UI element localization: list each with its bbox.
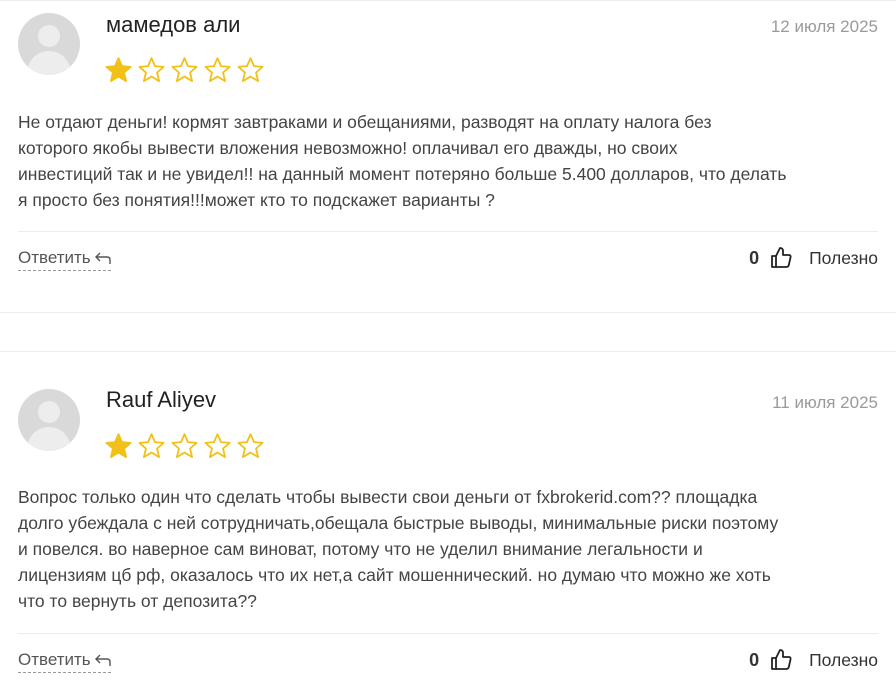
star-empty-icon: [171, 57, 198, 83]
vote-area: 0 Полезно: [749, 246, 878, 270]
review-text: Не отдают деньги! кормят завтраками и об…: [18, 112, 787, 210]
reply-label: Ответить: [18, 650, 91, 669]
star-empty-icon: [171, 433, 198, 459]
reply-arrow-icon: [94, 252, 111, 264]
review-date: 11 июля 2025: [772, 393, 878, 412]
review-text: Вопрос только один что сделать чтобы выв…: [18, 487, 779, 611]
rating-stars: [104, 432, 265, 461]
review-card: Rauf Aliyev 11 июля 2025 Вопрос только о…: [0, 351, 896, 683]
thumbs-up-icon[interactable]: [769, 648, 793, 672]
star-empty-icon: [138, 433, 165, 459]
reply-link[interactable]: Ответить: [18, 248, 111, 271]
review-card: мамедов али 12 июля 2025 Не отдают деньг…: [0, 0, 896, 312]
star-empty-icon: [237, 57, 264, 83]
avatar: [18, 13, 80, 75]
vote-count: 0: [749, 649, 760, 670]
useful-button[interactable]: Полезно: [809, 248, 878, 269]
vote-area: 0 Полезно: [749, 648, 878, 672]
star-filled-icon: [105, 433, 132, 459]
reply-arrow-icon: [94, 654, 111, 666]
review-divider: [18, 231, 878, 232]
review-divider: [18, 633, 878, 634]
review-author: Rauf Aliyev: [106, 387, 217, 412]
reply-link[interactable]: Ответить: [18, 650, 111, 673]
review-date: 12 июля 2025: [770, 17, 878, 36]
vote-count: 0: [749, 247, 760, 268]
reply-label: Ответить: [18, 248, 91, 267]
useful-button[interactable]: Полезно: [809, 650, 878, 671]
star-empty-icon: [138, 57, 165, 83]
star-empty-icon: [237, 433, 264, 459]
star-empty-icon: [204, 57, 231, 83]
section-separator: [0, 312, 896, 352]
rating-stars: [104, 56, 265, 85]
thumbs-up-icon[interactable]: [769, 246, 793, 270]
review-author: мамедов али: [106, 12, 241, 37]
avatar: [18, 389, 80, 451]
star-filled-icon: [105, 57, 132, 83]
star-empty-icon: [204, 433, 231, 459]
